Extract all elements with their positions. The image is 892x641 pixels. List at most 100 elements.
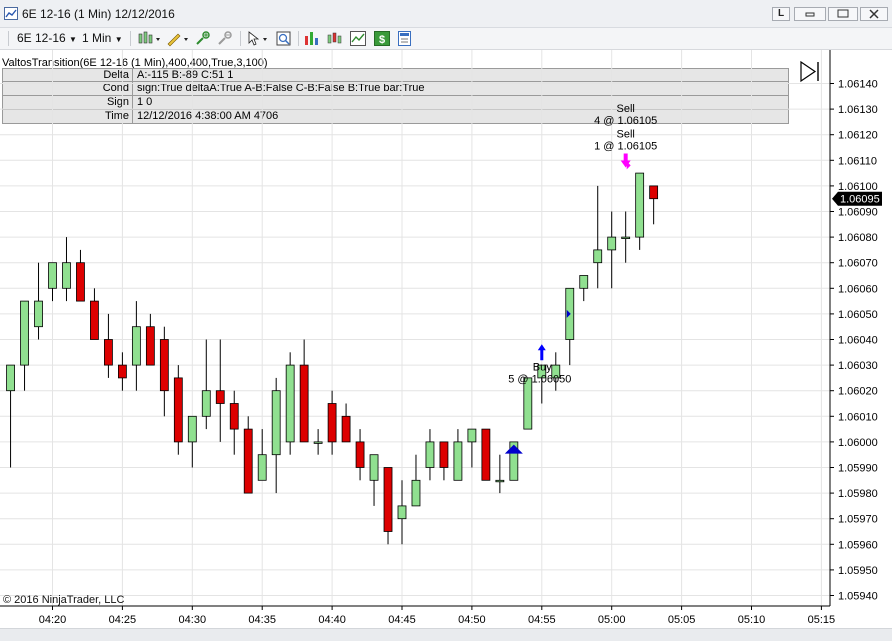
indicators-icon[interactable] bbox=[326, 30, 344, 47]
price-tick-label: 1.06110 bbox=[838, 155, 877, 167]
time-tick-label: 04:55 bbox=[528, 614, 556, 626]
candle-body bbox=[173, 377, 183, 443]
strategy-chart-icon[interactable] bbox=[349, 30, 367, 47]
dollar-strategy-icon[interactable]: $ bbox=[373, 30, 391, 47]
data-box-icon[interactable] bbox=[275, 30, 293, 47]
price-tick-label: 1.06100 bbox=[838, 181, 878, 193]
bar-chart-icon[interactable] bbox=[303, 30, 321, 47]
price-tick-label: 1.06010 bbox=[838, 411, 878, 423]
price-tick-label: 1.06140 bbox=[838, 79, 878, 91]
cursor-pointer-icon[interactable] bbox=[246, 30, 272, 47]
candle-body bbox=[411, 479, 421, 507]
price-tick-label: 1.06030 bbox=[838, 360, 878, 372]
price-tick-label: 1.06080 bbox=[838, 232, 878, 244]
time-tick-label: 04:50 bbox=[458, 614, 486, 626]
maximize-button[interactable] bbox=[828, 7, 858, 21]
candle-body bbox=[481, 428, 491, 481]
sell-detail: 4 @ 1.06105 bbox=[594, 115, 657, 127]
price-tick-label: 1.05980 bbox=[838, 488, 878, 500]
buy-label: Buy bbox=[533, 361, 552, 373]
chart-toolbar: 6E 12-16 ▼ 1 Min ▼ $ bbox=[0, 28, 892, 50]
zoom-in-icon[interactable] bbox=[194, 30, 212, 47]
candle-body bbox=[159, 339, 169, 392]
candle-body bbox=[579, 275, 589, 289]
sell-label: Sell bbox=[617, 129, 635, 141]
sell-label: Sell bbox=[617, 103, 635, 115]
close-icon bbox=[869, 9, 879, 19]
candle-body bbox=[495, 479, 505, 483]
price-tick-label: 1.06050 bbox=[838, 309, 878, 321]
candle-body bbox=[34, 300, 43, 328]
time-tick-label: 04:35 bbox=[248, 614, 276, 626]
price-tick-label: 1.06000 bbox=[838, 437, 878, 449]
bar-style-icon[interactable] bbox=[137, 30, 163, 47]
candle-body bbox=[425, 441, 435, 468]
toolbar-separator bbox=[8, 31, 9, 46]
candle-body bbox=[229, 403, 239, 430]
time-tick-label: 04:30 bbox=[179, 614, 207, 626]
play-right-icon[interactable] bbox=[800, 60, 817, 83]
candle-body bbox=[355, 441, 365, 468]
price-chart[interactable]: Buy5 @ 1.06050Sell4 @ 1.06105Sell1 @ 1.0… bbox=[0, 50, 892, 628]
price-axis[interactable]: 1.061401.061301.061201.061101.061001.060… bbox=[829, 50, 882, 606]
price-tick-label: 1.06070 bbox=[838, 258, 878, 270]
copyright-notice: © 2016 NinjaTrader, LLC bbox=[3, 594, 125, 606]
price-tick-label: 1.06060 bbox=[838, 283, 878, 295]
candle-body bbox=[593, 249, 603, 264]
price-tick-label: 1.06040 bbox=[838, 335, 878, 347]
interval-selector[interactable]: 1 Min ▼ bbox=[82, 31, 123, 45]
price-tick-label: 1.06020 bbox=[838, 386, 878, 398]
price-tick-label: 1.06120 bbox=[838, 130, 878, 142]
time-tick-label: 04:45 bbox=[388, 614, 416, 626]
time-axis[interactable]: 04:20 04:25 04:30 04:35 04:40 04:45 04:50 04:55… bbox=[0, 605, 836, 626]
minimize-icon bbox=[805, 12, 815, 17]
candle-body bbox=[439, 441, 449, 468]
candle-body bbox=[649, 185, 659, 200]
toolbar-separator bbox=[298, 31, 299, 46]
chart-grid bbox=[0, 50, 830, 606]
minimize-button[interactable] bbox=[794, 7, 826, 21]
candle-body bbox=[271, 390, 281, 456]
time-tick-label: 05:15 bbox=[808, 614, 836, 626]
candle-body bbox=[313, 441, 323, 444]
candle-body bbox=[48, 262, 57, 289]
time-tick-label: 05:10 bbox=[738, 614, 766, 626]
candle-body bbox=[76, 262, 85, 302]
entry-triangle-marker bbox=[504, 444, 523, 454]
candle-body bbox=[187, 415, 197, 443]
price-tick-label: 1.06090 bbox=[838, 207, 878, 219]
candle-body bbox=[467, 428, 477, 443]
candle-body bbox=[523, 377, 533, 430]
candle-body bbox=[118, 364, 127, 379]
drawing-pen-icon[interactable] bbox=[165, 30, 191, 47]
candle-body bbox=[397, 505, 407, 520]
scroll-right-button[interactable] bbox=[800, 60, 819, 83]
price-tick-label: 1.05990 bbox=[838, 463, 878, 475]
instrument-label: 6E 12-16 bbox=[17, 31, 66, 45]
zoom-out-icon[interactable] bbox=[216, 30, 234, 47]
chevron-down-icon: ▼ bbox=[69, 35, 77, 44]
price-tick-label: 1.05960 bbox=[838, 539, 878, 551]
interval-label: 1 Min bbox=[82, 31, 112, 45]
toolbar-separator bbox=[130, 31, 131, 46]
window-title-bar: 6E 12-16 (1 Min) 12/12/2016 L bbox=[0, 0, 892, 28]
link-button[interactable]: L bbox=[772, 7, 790, 21]
candle-body bbox=[145, 326, 155, 366]
buy-detail: 5 @ 1.06050 bbox=[508, 373, 571, 385]
price-tick-label: 1.05970 bbox=[838, 514, 878, 526]
last-price-badge: 1.06095 bbox=[832, 191, 882, 206]
time-tick-label: 04:20 bbox=[39, 614, 67, 626]
horizontal-scrollbar[interactable] bbox=[0, 628, 892, 641]
chart-app-icon bbox=[4, 7, 18, 20]
instrument-selector[interactable]: 6E 12-16 ▼ bbox=[17, 31, 77, 45]
candle-body bbox=[243, 428, 253, 494]
close-button[interactable] bbox=[860, 7, 888, 21]
candle-body bbox=[607, 236, 617, 251]
candle-body bbox=[453, 441, 463, 481]
candle-body bbox=[131, 326, 141, 366]
time-tick-label: 04:25 bbox=[109, 614, 137, 626]
candle-body bbox=[90, 300, 99, 340]
candle-body bbox=[104, 339, 113, 366]
properties-icon[interactable] bbox=[396, 30, 414, 47]
candle-body bbox=[201, 390, 211, 417]
